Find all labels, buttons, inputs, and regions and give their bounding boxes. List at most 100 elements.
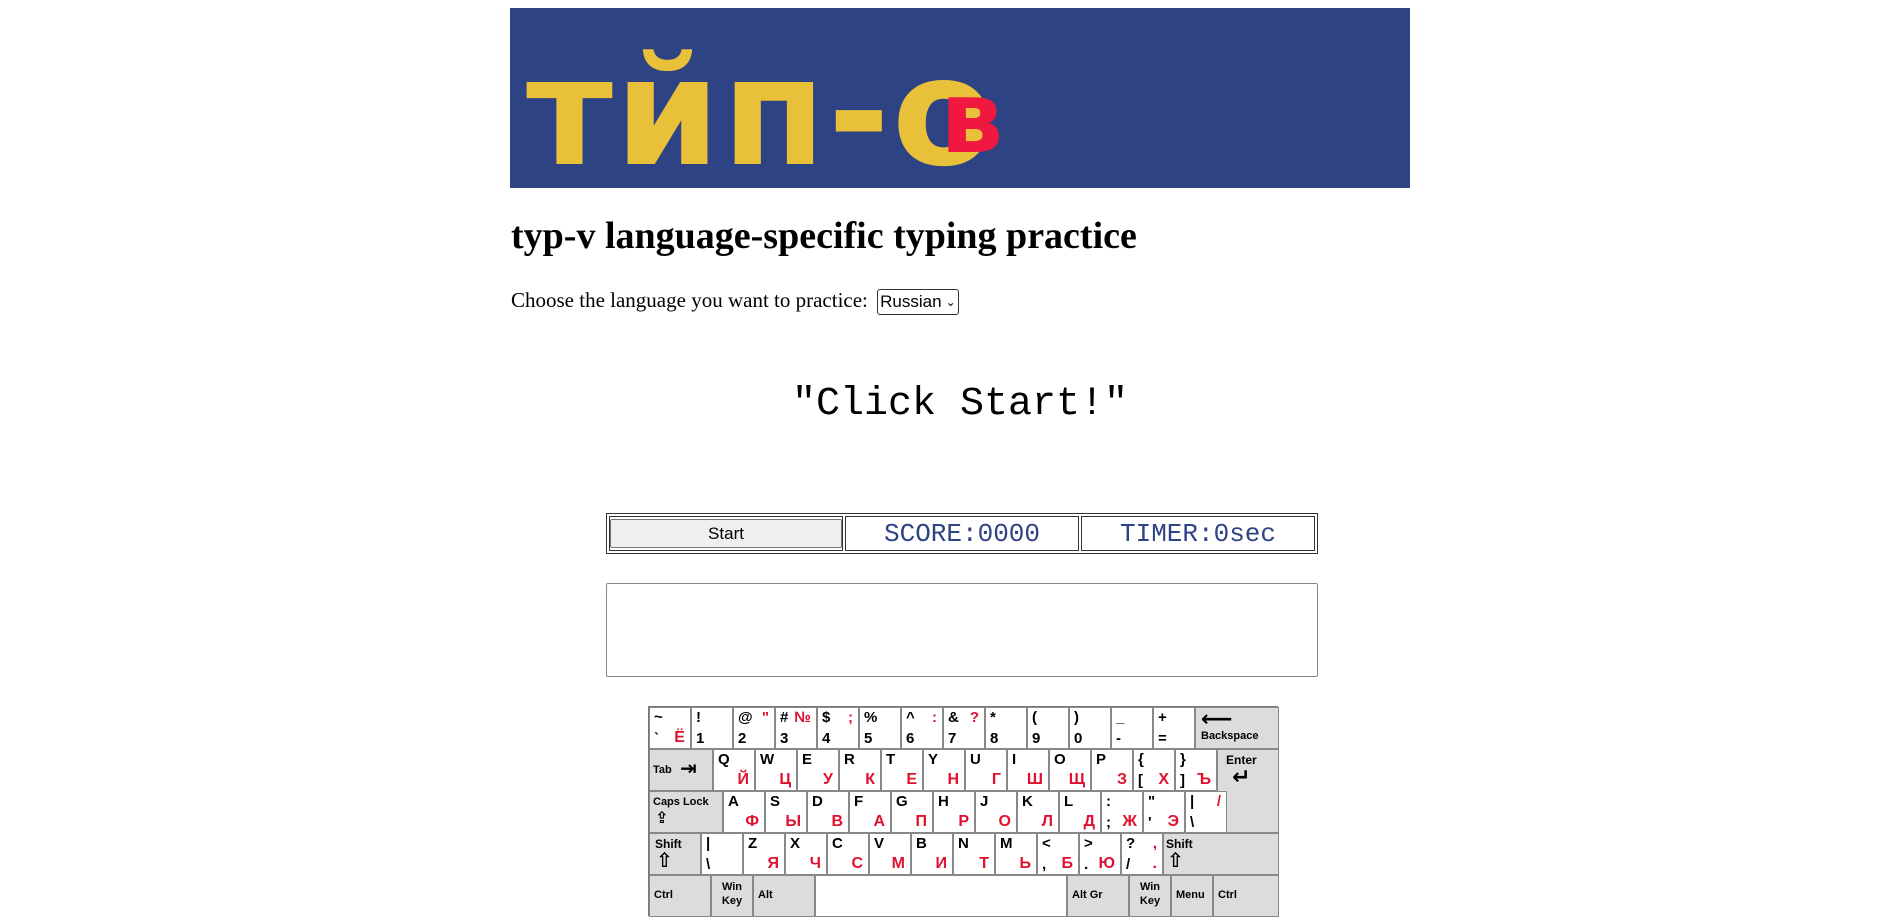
key-base-char: 9 [1032, 730, 1041, 747]
key-): ) 0 [1069, 707, 1111, 749]
key-_: _ - [1111, 707, 1153, 749]
key-alt-char: Ю [1098, 855, 1116, 872]
key-base-char: 6 [906, 730, 915, 747]
key-alt-char: Ц [779, 771, 791, 788]
key-alt-char: Э [1167, 813, 1179, 830]
key-<: <, Б [1037, 833, 1079, 875]
logo-banner: тйп-о в [510, 8, 1410, 188]
keyboard-diagram: ~ ` Ё! 1 @2 " #3 № $4;% 5 ^ 6: & 7? * 8(9) 0 _ - + = ⟵ Backspa… [648, 706, 1279, 917]
key-shift-char: # [780, 709, 789, 726]
key-shift-char: L [1064, 793, 1074, 810]
key-alt-shift-char: " [761, 709, 769, 726]
key-alt-shift-char: ; [848, 709, 853, 726]
key-alt-shift-char: ? [969, 709, 979, 726]
key-alt-char: Е [906, 771, 917, 788]
left-ctrl-key: Ctrl [649, 875, 711, 917]
key-alt-char: Б [1061, 855, 1074, 872]
key-shift-char: ? [1126, 835, 1136, 852]
keyboard-row: ~ ` Ё! 1 @2 " #3 № $4;% 5 ^ 6: & 7? * 8(9) 0 _ - + = ⟵ Backspa… [649, 706, 1279, 749]
logo-superscript: в [940, 59, 1004, 176]
key-base-char: ' [1148, 814, 1152, 831]
key-alt-char: А [873, 813, 885, 830]
key-alt-char: О [998, 813, 1011, 830]
key-!: ! 1 [691, 707, 733, 749]
tab-key: Tab ⇥ [649, 749, 713, 791]
menu-key: Menu [1171, 875, 1213, 917]
key-shift-char: S [770, 793, 781, 810]
key-z: ZЯ [743, 833, 785, 875]
key-shift-char: T [886, 751, 896, 768]
key-alt-char: Щ [1068, 771, 1085, 788]
score-display: SCORE:0000 [883, 518, 1041, 549]
key-shift-char: U [970, 751, 981, 768]
left-win-label: Win Key [721, 881, 743, 907]
key-shift-char: B [916, 835, 927, 852]
key-base-char: = [1158, 730, 1167, 747]
key-alt-char: К [865, 771, 875, 788]
key-s: SЫ [765, 791, 807, 833]
key-e: EУ [797, 749, 839, 791]
key-alt-shift-char: , [1152, 835, 1157, 852]
key-b: BИ [911, 833, 953, 875]
key-alt-char: З [1116, 771, 1127, 788]
control-bar: Start SCORE:0000 TIMER:0sec [606, 513, 1318, 554]
key-alt-char: Ъ [1197, 771, 1211, 788]
key-shift-char: P [1096, 751, 1107, 768]
right-ctrl-key: Ctrl [1213, 875, 1279, 917]
key-shift-char: % [864, 709, 878, 726]
key-shift-char: _ [1116, 709, 1125, 726]
start-cell: Start [609, 516, 843, 551]
left-ctrl-label: Ctrl [654, 889, 673, 901]
language-select[interactable]: Russian ⌄ [877, 289, 959, 316]
logo-text: тйп-о [526, 26, 997, 188]
key-shift-char: { [1138, 751, 1144, 768]
key-base-char: [ [1138, 772, 1143, 789]
start-button[interactable]: Start [610, 519, 842, 548]
key-k: KЛ [1017, 791, 1059, 833]
timer-cell: TIMER:0sec [1081, 516, 1315, 551]
key-alt-char: Ё [674, 729, 685, 746]
key-shift-char: C [832, 835, 843, 852]
left-alt-key: Alt [753, 875, 815, 917]
key-m: MЬ [995, 833, 1037, 875]
key-shift-char: N [958, 835, 969, 852]
key-:: :; Ж [1101, 791, 1143, 833]
key-base-char: ` [654, 730, 659, 747]
enter-arrow-icon: ↵ [1232, 764, 1251, 789]
key-~: ~ ` Ё [649, 707, 691, 749]
key-#: #3 № [775, 707, 817, 749]
language-label: Choose the language you want to practice… [511, 288, 868, 312]
key-base-char: \ [706, 856, 711, 873]
key-alt-char: Г [991, 771, 1001, 788]
left-shift-key: Shift ⇧ [649, 833, 701, 875]
typing-input[interactable] [606, 583, 1318, 677]
right-shift-key: Shift ⇧ [1163, 833, 1279, 875]
key-base-char: 4 [822, 730, 831, 747]
right-win-key: Win Key [1129, 875, 1171, 917]
language-row: Choose the language you want to practice… [511, 288, 959, 316]
menu-label: Menu [1176, 889, 1205, 901]
key-alt-char: Д [1083, 813, 1095, 830]
key-shift-char: G [896, 793, 908, 810]
key-base-char: 2 [738, 730, 747, 747]
key-h: HР [933, 791, 975, 833]
key-shift-char: D [812, 793, 823, 810]
key-n: NТ [953, 833, 995, 875]
alt-gr-key: Alt Gr [1067, 875, 1129, 917]
key-shift-char: Q [718, 751, 730, 768]
key-base-char: 7 [948, 730, 957, 747]
key-base-char: - [1116, 730, 1121, 747]
key-alt-char: С [851, 855, 863, 872]
key-q: QЙ [713, 749, 755, 791]
key-base-char: ] [1180, 772, 1185, 789]
tab-label: Tab [653, 764, 672, 776]
key-u: UГ [965, 749, 1007, 791]
key-shift-char: W [760, 751, 775, 768]
key-alt-char: . [1152, 855, 1157, 872]
key-c: CС [827, 833, 869, 875]
key-$: $4; [817, 707, 859, 749]
key-alt-char: Ф [745, 813, 759, 830]
key-y: YН [923, 749, 965, 791]
page-title: typ-v language-specific typing practice [511, 215, 1137, 257]
key-base-char: , [1042, 856, 1047, 873]
